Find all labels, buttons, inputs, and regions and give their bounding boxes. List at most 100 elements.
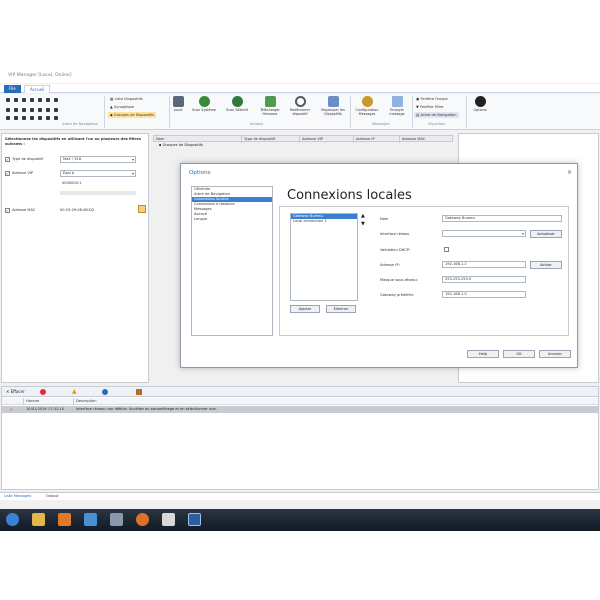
nav-item-language[interactable]: Langue <box>192 217 272 222</box>
restart-device-button[interactable]: Redémarrer dispositif <box>286 96 314 116</box>
phone-icon[interactable] <box>46 116 50 120</box>
name-label: Nom <box>380 217 389 221</box>
col-time[interactable]: Horaire <box>24 398 74 405</box>
clear-button[interactable]: ✕ Effacer <box>6 389 25 394</box>
search-filter-icon[interactable] <box>138 205 146 213</box>
new-icon[interactable] <box>6 98 10 102</box>
ribbon-list-devices[interactable]: ▦ Liste Dispositifs <box>110 97 143 101</box>
tree-icon[interactable] <box>22 98 26 102</box>
type-select[interactable]: MaX / 316 <box>60 156 136 163</box>
debug-filter-icon[interactable] <box>136 389 142 395</box>
scan-selective-button[interactable]: Scan Sélectif <box>224 96 250 112</box>
mac-value[interactable]: 00:25:29:06:4B:D2 <box>60 208 94 212</box>
assign-button[interactable]: Actuer <box>530 261 562 269</box>
dhcp-label: Validation DHCP: <box>380 248 411 252</box>
tab-message-list[interactable]: Liste Messages <box>4 494 31 498</box>
delete-icon[interactable] <box>14 116 18 120</box>
options-button[interactable]: Options <box>470 96 490 112</box>
col-description[interactable]: Description <box>74 398 274 405</box>
table-row[interactable]: ▪ Groupes de Dispositifs <box>159 143 203 147</box>
folder-icon[interactable] <box>32 513 45 526</box>
local-button[interactable]: Local <box>170 96 186 112</box>
connections-frame: Gateway Bureau Local connection 1 ▲ ▼ Aj… <box>279 206 569 336</box>
name-input[interactable]: Gateway Bureau <box>442 215 562 222</box>
mac-checkbox[interactable]: ✓ <box>5 208 10 213</box>
ribbon: ▦ Liste Dispositifs ▲ Synoptique ◆ Group… <box>0 94 600 130</box>
tab-accueil[interactable]: Accueil <box>24 85 51 93</box>
edit-icon[interactable] <box>6 116 10 120</box>
open-icon[interactable] <box>14 108 18 112</box>
link-icon[interactable] <box>22 108 26 112</box>
ip-checkbox[interactable]: ✓ <box>5 171 10 176</box>
section-heading: Connexions locales <box>287 188 412 203</box>
tab-file[interactable]: File <box>4 85 21 93</box>
add-connection-button[interactable]: Ajouter <box>290 305 320 313</box>
firefox-icon[interactable] <box>136 513 149 526</box>
col-type[interactable]: Type de dispositif <box>242 136 300 143</box>
type-checkbox[interactable]: ✓ <box>5 157 10 162</box>
media-player-icon[interactable] <box>58 513 71 526</box>
arrow-icon[interactable] <box>22 116 26 120</box>
tab-output[interactable]: Output <box>46 494 58 498</box>
scan-system-button[interactable]: Scan Système <box>191 96 217 112</box>
col-ip[interactable]: Adresse IP <box>354 136 400 143</box>
copy-icon[interactable] <box>14 98 18 102</box>
col-name[interactable]: Nom <box>154 136 242 143</box>
col-vip[interactable]: Adresse VIP <box>300 136 354 143</box>
ip-address-input[interactable]: 192.168.1.2 <box>442 261 526 268</box>
group-label-view: Visualiser <box>428 122 446 126</box>
gear-small-icon[interactable] <box>30 116 34 120</box>
download-firmware-button[interactable]: Télécharger firmware <box>256 96 284 116</box>
iface-select[interactable] <box>442 230 526 237</box>
connection-item[interactable]: Local connection 1 <box>291 219 357 224</box>
vip-manager-icon[interactable] <box>188 513 201 526</box>
help-button[interactable]: Help <box>467 350 499 358</box>
mask-input[interactable]: 255.255.255.0 <box>442 276 526 283</box>
view-output-toggle[interactable]: ▣ Fenêtre Output <box>416 97 448 101</box>
close-icon[interactable]: × <box>567 169 572 176</box>
move-down-icon[interactable]: ▼ <box>361 221 365 227</box>
lock-icon[interactable] <box>38 108 42 112</box>
info-filter-icon[interactable] <box>102 389 108 395</box>
cut-icon[interactable] <box>30 108 34 112</box>
save-icon[interactable] <box>6 108 10 112</box>
user-icon[interactable] <box>54 98 58 102</box>
send-message-button[interactable]: Envoyer message <box>384 96 410 116</box>
ok-button[interactable]: OK <box>503 350 535 358</box>
rename-icon[interactable] <box>38 116 42 120</box>
dhcp-checkbox[interactable] <box>444 247 449 252</box>
gateway-input[interactable]: 192.168.1.0 <box>442 291 526 298</box>
table-row[interactable]: ▲ 10/01/2016 17:31:10 Interface réseau n… <box>2 406 598 413</box>
col-mac[interactable]: Adresse MAC <box>400 136 452 143</box>
ip-operator-select[interactable]: Égal à <box>60 170 136 177</box>
tools-icon[interactable] <box>110 513 123 526</box>
group-label-tree: Arbre de Navigation <box>62 122 98 126</box>
ribbon-device-groups[interactable]: ◆ Groupes de Dispositifs <box>108 112 157 118</box>
expand-icon[interactable] <box>38 98 42 102</box>
computer-icon <box>172 96 184 107</box>
view-tree-toggle[interactable]: ▤ Arbre de Navigation <box>414 112 459 118</box>
warning-filter-icon[interactable]: ▲ <box>72 388 77 395</box>
collapse-icon[interactable] <box>46 98 50 102</box>
person-icon[interactable] <box>54 108 58 112</box>
view-filter-toggle[interactable]: ▼ Fenêtre Filtre <box>416 105 443 109</box>
messages-header: Horaire Description <box>2 398 598 405</box>
group-devices-button[interactable]: Regrouper les Dispositifs <box>318 96 348 116</box>
ribbon-synoptic[interactable]: ▲ Synoptique <box>110 105 134 109</box>
monitor-icon[interactable] <box>46 108 50 112</box>
configure-messages-button[interactable]: Configuration Messages <box>352 96 382 116</box>
windows-start-icon[interactable] <box>6 513 19 526</box>
ip-value-input[interactable]: 0000000:1 <box>62 181 82 185</box>
file-icon[interactable] <box>162 513 175 526</box>
network-icon[interactable] <box>84 513 97 526</box>
globe-scan-icon <box>198 96 210 107</box>
error-filter-icon[interactable] <box>40 389 46 395</box>
home-icon[interactable] <box>30 98 34 102</box>
mask-label: Masque sous-réseau: <box>380 278 418 282</box>
cancel-button[interactable]: Annuler <box>539 350 571 358</box>
remove-connection-button[interactable]: Éliminer <box>326 305 356 313</box>
device-icon[interactable] <box>54 116 58 120</box>
iface-label: Interface réseau <box>380 232 410 236</box>
refresh-button[interactable]: Actualiser <box>530 230 562 238</box>
move-up-icon[interactable]: ▲ <box>361 213 365 219</box>
